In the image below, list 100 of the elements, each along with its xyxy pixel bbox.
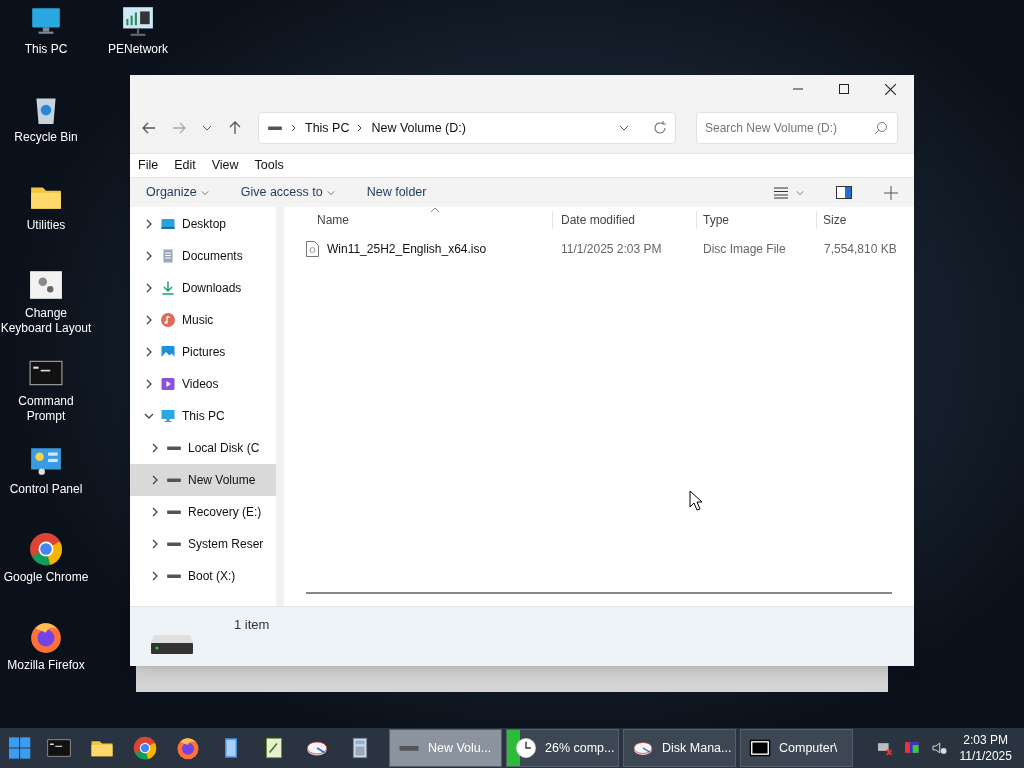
drive-icon [166, 508, 182, 516]
list-view-icon[interactable] [774, 186, 788, 199]
chevron-right-icon[interactable] [144, 219, 154, 229]
nav-item[interactable]: System Reser [130, 528, 276, 560]
nav-item[interactable]: Boot (X:) [130, 560, 276, 592]
desktop-icon[interactable]: Google Chrome [0, 528, 92, 616]
desktop-icon[interactable]: Control Panel [0, 440, 92, 528]
desktop-icon[interactable]: This PC [0, 0, 92, 88]
chevron-right-icon[interactable] [150, 507, 160, 517]
nav-item[interactable]: Pictures [130, 336, 276, 368]
toolbar-button[interactable]: New folder [366, 183, 427, 202]
nav-item[interactable]: This PC [130, 400, 276, 432]
nav-item[interactable]: Music [130, 304, 276, 336]
maximize-icon[interactable] [839, 84, 849, 94]
chevron-down-icon [326, 188, 335, 197]
picture-icon [160, 344, 176, 360]
taskbar-button[interactable]: Disk Mana... [623, 729, 736, 767]
chevron-right-icon[interactable] [144, 347, 154, 357]
nav-item[interactable]: Downloads [130, 272, 276, 304]
chevron-right-icon[interactable] [150, 571, 160, 581]
nav-label: Local Disk (C [188, 440, 260, 457]
network-error-icon[interactable] [877, 740, 893, 756]
chrome-icon [29, 532, 63, 566]
desktop-icon-label: Utilities [26, 218, 66, 233]
chevron-down-icon[interactable] [619, 123, 629, 133]
nav-item[interactable]: Documents [130, 240, 276, 272]
start-icon[interactable] [8, 736, 32, 760]
desktop-icon [160, 216, 176, 232]
date-cell-text: 11/1/2025 2:03 PM [560, 241, 663, 258]
toolbar-button[interactable]: Organize [146, 183, 209, 202]
address-bar[interactable]: This PC New Volume (D:) [258, 112, 676, 144]
chevron-down-icon[interactable] [202, 123, 212, 133]
column-header[interactable]: Type [696, 211, 816, 229]
drive-icon [166, 572, 182, 580]
desktop-icon[interactable]: Recycle Bin [0, 88, 92, 176]
nav-label: System Reser [188, 536, 264, 553]
nav-item[interactable]: Recovery (E:) [130, 496, 276, 528]
chevron-right-icon[interactable] [150, 475, 160, 485]
clock[interactable]: 2:03 PM 11/1/2025 [959, 732, 1016, 764]
network-icon [121, 4, 155, 38]
close-icon[interactable] [885, 83, 896, 95]
up-arrow-icon[interactable] [228, 121, 242, 135]
desktop-icon-label: PENetwork [108, 42, 168, 57]
drive-icon [166, 444, 182, 452]
nav-item[interactable]: Local Disk (C [130, 432, 276, 464]
menu-item[interactable]: View [211, 156, 239, 175]
desktop-icon[interactable]: Command Prompt [0, 352, 92, 440]
refresh-icon[interactable] [653, 121, 667, 135]
file-row[interactable]: Win11_25H2_English_x64.iso 11/1/2025 2:03 PM Disc Image File 7,554,810 KB [284, 233, 914, 265]
search-icon[interactable] [874, 121, 888, 135]
desktop-icon[interactable]: Change Keyboard Layout [0, 264, 92, 352]
desktop-icon-label: Google Chrome [3, 570, 89, 585]
menu-item[interactable]: Tools [254, 156, 284, 175]
taskbar-button[interactable]: 26% comp... [506, 729, 619, 767]
column-header[interactable]: Size [816, 211, 914, 229]
desktop-icon[interactable]: Utilities [0, 176, 92, 264]
search-field[interactable]: Search New Volume (D:) [696, 112, 898, 144]
preview-pane-icon[interactable] [836, 186, 852, 199]
nav-label: Boot (X:) [188, 568, 236, 585]
chevron-right-icon[interactable] [150, 443, 160, 453]
breadcrumb-separator-icon [291, 124, 297, 132]
chevron-right-icon[interactable] [144, 315, 154, 325]
nav-label: Videos [182, 376, 219, 393]
firefox-icon [29, 620, 63, 654]
chevron-right-icon[interactable] [144, 283, 154, 293]
video-icon [160, 376, 176, 392]
nav-item[interactable]: Videos [130, 368, 276, 400]
taskbar-button[interactable]: Computer\ [740, 729, 853, 767]
speaker-muted-icon[interactable] [931, 740, 948, 756]
breadcrumb[interactable]: This PC [305, 118, 350, 138]
nav-item[interactable]: Desktop [130, 208, 276, 240]
download-icon [160, 280, 176, 296]
toolbar-button[interactable]: Give access to [240, 183, 335, 202]
chevron-right-icon[interactable] [144, 251, 154, 261]
clock-icon [515, 737, 537, 759]
color-display-icon[interactable] [904, 740, 920, 756]
size-cell-text: 7,554,810 KB [823, 241, 898, 258]
chevron-down-icon[interactable] [144, 411, 154, 421]
breadcrumb-separator-icon [357, 124, 364, 132]
desktop-icon[interactable]: PENetwork [92, 0, 184, 64]
drive-icon [166, 540, 182, 548]
firefox-icon [175, 736, 200, 760]
taskbar-label: Computer\ [779, 739, 838, 757]
column-header[interactable]: Name [284, 211, 552, 229]
nav-label: Music [182, 312, 214, 329]
nav-label: Downloads [182, 280, 242, 297]
nav-label: Pictures [182, 344, 226, 361]
column-header[interactable]: Date modified [552, 211, 696, 229]
back-arrow-icon[interactable] [142, 121, 156, 135]
chevron-right-icon[interactable] [144, 379, 154, 389]
desktop-icon[interactable]: Mozilla Firefox [0, 616, 92, 704]
breadcrumb[interactable]: New Volume (D:) [371, 118, 466, 138]
desktop-icon-label: Command Prompt [17, 394, 75, 424]
chevron-right-icon[interactable] [150, 539, 160, 549]
file-name: Win11_25H2_English_x64.iso [327, 241, 487, 258]
drive-icon [166, 476, 182, 484]
desktop-icon-label: Recycle Bin [14, 130, 78, 145]
nav-item[interactable]: New Volume [130, 464, 276, 496]
menu-item[interactable]: Edit [174, 156, 196, 175]
menu-item[interactable]: File [138, 156, 159, 175]
